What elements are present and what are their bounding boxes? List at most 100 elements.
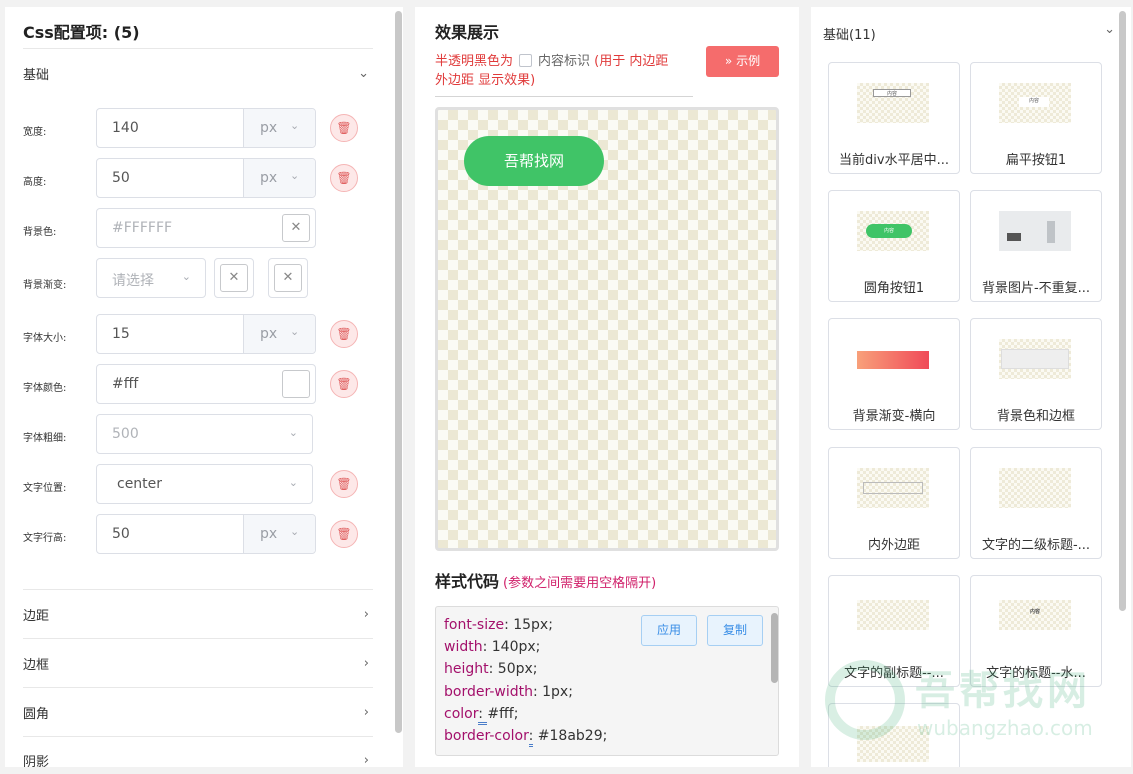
content-marker-checkbox[interactable] bbox=[519, 54, 533, 67]
preview-demo-button[interactable]: 吾帮找网 bbox=[464, 136, 604, 186]
color-swatch-white[interactable] bbox=[282, 370, 310, 398]
template-card[interactable]: 内外边距 bbox=[828, 447, 960, 559]
chevron-down-icon: ⌄ bbox=[290, 325, 300, 338]
template-category-title: 基础(11) bbox=[823, 28, 876, 43]
template-card[interactable]: 文字的副标题--... bbox=[828, 575, 960, 687]
font-size-input[interactable]: 15 px ⌄ bbox=[96, 314, 316, 354]
bg-gradient-select[interactable]: 请选择 ⌄ bbox=[96, 258, 206, 298]
copy-button[interactable]: 复制 bbox=[707, 615, 763, 646]
preview-title: 效果展示 bbox=[435, 23, 500, 42]
height-unit-select[interactable]: px ⌄ bbox=[243, 159, 315, 197]
vase-icon bbox=[1047, 221, 1055, 243]
template-thumbnail: 内容 bbox=[999, 600, 1071, 630]
section-shadow-header[interactable]: 阴影 › bbox=[23, 745, 373, 768]
config-title: Css配置项: (5) bbox=[23, 23, 140, 42]
font-size-label: 字体大小: bbox=[23, 333, 67, 344]
section-radius-header[interactable]: 圆角 › bbox=[23, 697, 373, 727]
template-card[interactable]: 内容 文字的标题--水... bbox=[970, 575, 1102, 687]
preview-canvas: 吾帮找网 bbox=[435, 107, 779, 551]
chevron-right-icon: › bbox=[363, 752, 369, 768]
font-color-input[interactable]: #fff bbox=[96, 364, 316, 404]
template-label: 扁平按钮1 bbox=[1005, 153, 1067, 168]
preview-hint-line1: 半透明黑色为 内容标识 (用于 内边距 bbox=[435, 54, 669, 69]
template-label: 文字的副标题--... bbox=[844, 666, 944, 681]
color-picker-empty[interactable]: ✕ bbox=[220, 264, 248, 292]
delete-line-height-button[interactable]: 🗑 bbox=[330, 520, 358, 548]
code-line: width: 140px; bbox=[444, 639, 541, 655]
gradient-bar bbox=[857, 351, 929, 369]
code-line: border-color: #18ab29; bbox=[444, 728, 607, 747]
text-align-select[interactable]: center ⌄ bbox=[96, 464, 313, 504]
template-card[interactable]: 内容 圆角按钮1 bbox=[828, 190, 960, 302]
template-thumbnail: 内容 bbox=[999, 83, 1071, 123]
height-input[interactable]: 50 px ⌄ bbox=[96, 158, 316, 198]
line-height-label: 文字行高: bbox=[23, 533, 67, 544]
code-scrollbar[interactable] bbox=[771, 613, 778, 683]
template-card[interactable]: 背景色和边框 bbox=[970, 318, 1102, 430]
chevron-down-icon: ⌄ bbox=[288, 476, 298, 489]
example-button[interactable]: » 示例 bbox=[706, 46, 779, 77]
section-basic-header[interactable]: 基础 ⌄ bbox=[23, 58, 373, 88]
width-unit-select[interactable]: px ⌄ bbox=[243, 109, 315, 147]
template-card[interactable]: 内容 当前div水平居中... bbox=[828, 62, 960, 174]
delete-font-size-button[interactable]: 🗑 bbox=[330, 320, 358, 348]
code-line: font-size: 15px; bbox=[444, 617, 553, 633]
style-code-editor[interactable]: font-size: 15px; width: 140px; height: 5… bbox=[435, 606, 779, 756]
line-height-input[interactable]: 50 px ⌄ bbox=[96, 514, 316, 554]
css-config-panel: Css配置项: (5) 基础 ⌄ 宽度: 140 px ⌄ 🗑 高度: 50 px… bbox=[5, 7, 403, 767]
template-card[interactable]: 内容 扁平按钮1 bbox=[970, 62, 1102, 174]
section-margin-header[interactable]: 边距 › bbox=[23, 599, 373, 629]
chevron-down-icon[interactable]: ⌄ bbox=[1104, 22, 1115, 37]
color-picker-empty[interactable]: ✕ bbox=[282, 214, 310, 242]
left-scrollbar[interactable] bbox=[395, 11, 402, 733]
line-height-unit-select[interactable]: px ⌄ bbox=[243, 515, 315, 553]
divider bbox=[23, 638, 373, 639]
section-label: 边框 bbox=[23, 657, 50, 673]
template-thumbnail bbox=[857, 726, 929, 762]
width-input[interactable]: 140 px ⌄ bbox=[96, 108, 316, 148]
template-thumbnail bbox=[857, 339, 929, 379]
divider bbox=[23, 736, 373, 737]
template-thumbnail bbox=[857, 600, 929, 630]
template-card[interactable]: 背景渐变-横向 bbox=[828, 318, 960, 430]
bg-color-input[interactable]: #FFFFFF ✕ bbox=[96, 208, 316, 248]
double-chevron-right-icon: » bbox=[724, 54, 733, 68]
delete-font-color-button[interactable]: 🗑 bbox=[330, 370, 358, 398]
delete-width-button[interactable]: 🗑 bbox=[330, 114, 358, 142]
template-thumbnail bbox=[857, 468, 929, 508]
divider bbox=[435, 96, 693, 97]
template-label: 背景渐变-横向 bbox=[852, 409, 936, 424]
font-size-unit-select[interactable]: px ⌄ bbox=[243, 315, 315, 353]
chevron-right-icon: › bbox=[363, 606, 369, 622]
template-label: 文字的标题--水... bbox=[986, 666, 1086, 681]
color-picker-empty[interactable]: ✕ bbox=[274, 264, 302, 292]
chevron-down-icon: ⌄ bbox=[290, 169, 300, 182]
code-line: height: 50px; bbox=[444, 661, 538, 677]
height-label: 高度: bbox=[23, 177, 47, 188]
font-weight-select[interactable]: 500 ⌄ bbox=[96, 414, 313, 454]
template-label: 文字的二级标题-... bbox=[981, 538, 1091, 553]
delete-height-button[interactable]: 🗑 bbox=[330, 164, 358, 192]
width-label: 宽度: bbox=[23, 127, 47, 138]
template-label: 当前div水平居中... bbox=[839, 153, 949, 168]
chevron-down-icon: ⌄ bbox=[181, 270, 191, 283]
template-card[interactable]: 背景图片-不重复... bbox=[970, 190, 1102, 302]
chevron-right-icon: › bbox=[363, 704, 369, 720]
divider bbox=[23, 48, 373, 49]
apply-button[interactable]: 应用 bbox=[641, 615, 697, 646]
delete-text-align-button[interactable]: 🗑 bbox=[330, 470, 358, 498]
chevron-down-icon: ⌄ bbox=[290, 525, 300, 538]
section-border-header[interactable]: 边框 › bbox=[23, 648, 373, 678]
template-thumbnail: 内容 bbox=[857, 211, 929, 251]
gradient-color-start[interactable]: ✕ bbox=[214, 258, 254, 298]
text-align-label: 文字位置: bbox=[23, 483, 67, 494]
template-label: 圆角按钮1 bbox=[863, 281, 925, 296]
code-line: border-width: 1px; bbox=[444, 684, 573, 700]
template-card[interactable]: 文字的二级标题-... bbox=[970, 447, 1102, 559]
chevron-right-icon: › bbox=[363, 655, 369, 671]
template-card[interactable] bbox=[828, 703, 960, 767]
template-panel: 基础(11) ⌄ 内容 当前div水平居中... 内容 扁平按钮1 内容 圆角按… bbox=[811, 7, 1131, 767]
font-weight-label: 字体粗细: bbox=[23, 433, 67, 444]
gradient-color-end[interactable]: ✕ bbox=[268, 258, 308, 298]
right-scrollbar[interactable] bbox=[1119, 11, 1126, 611]
